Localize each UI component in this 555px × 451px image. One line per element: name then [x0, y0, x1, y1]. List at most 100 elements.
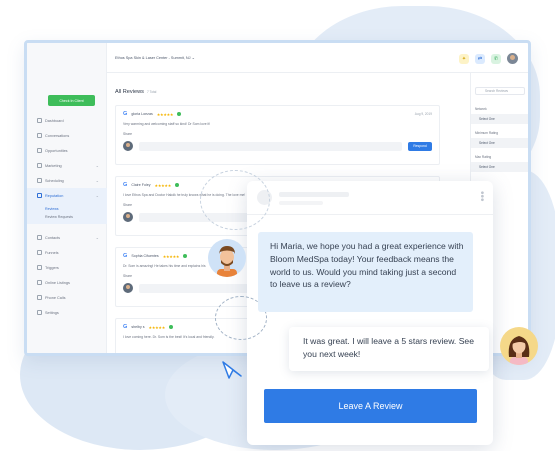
sidebar-item-label: Opportunities	[45, 148, 68, 153]
min-rating-label: Minimum Rating	[475, 131, 499, 135]
sidebar-nav: Dashboard Conversations Opportunities Ma…	[27, 113, 107, 320]
phone-icon	[37, 295, 42, 300]
sidebar-item-scheduling[interactable]: Scheduling ⌄	[27, 173, 107, 188]
sidebar-item-reputation[interactable]: Reputation ⌄	[27, 188, 107, 203]
more-options-icon[interactable]: •••	[476, 191, 487, 202]
sidebar-item-label: Contacts	[45, 235, 60, 240]
sidebar-item-dashboard[interactable]: Dashboard	[27, 113, 107, 128]
reviewer-name: Claire Foley	[131, 183, 151, 187]
funnel-icon	[37, 148, 42, 153]
verified-icon	[183, 254, 188, 258]
verified-icon	[174, 183, 179, 187]
megaphone-icon[interactable]: ✦	[459, 53, 469, 64]
reply-input[interactable]	[139, 141, 402, 151]
check-in-client-button[interactable]: Check In Client	[48, 95, 95, 106]
chat-icon	[37, 133, 42, 138]
trigger-icon	[37, 265, 42, 270]
google-icon: G	[123, 111, 128, 117]
network-label: Network	[475, 107, 487, 111]
chat-header: •••	[247, 181, 493, 215]
sidebar-item-label: Settings	[45, 310, 59, 315]
sync-icon[interactable]: ⇄	[475, 53, 485, 64]
sidebar-item-phone-calls[interactable]: Phone Calls	[27, 290, 107, 305]
dashboard-icon	[37, 118, 42, 123]
reputation-subnav: Reviews Review Requests	[27, 203, 107, 224]
sidebar-item-label: Conversations	[45, 133, 70, 138]
sidebar-item-label: Phone Calls	[45, 295, 66, 300]
sidebar-item-contacts[interactable]: Contacts ⌄	[27, 230, 107, 245]
location-label: Ethos Spa Skin & Laser Center - Summit, …	[115, 56, 191, 60]
location-selector[interactable]: Ethos Spa Skin & Laser Center - Summit, …	[115, 55, 195, 60]
chevron-down-icon: ⌄	[95, 178, 99, 183]
min-rating-select[interactable]: Select One	[471, 138, 528, 148]
sidebar-item-online-listings[interactable]: Online Listings	[27, 275, 107, 290]
subnav-item-reviews[interactable]: Reviews	[45, 205, 107, 213]
listings-icon	[37, 280, 42, 285]
reviewer-name: Sophia Cifuentes	[131, 254, 159, 258]
google-icon: G	[123, 182, 128, 188]
sidebar-item-label: Dashboard	[45, 118, 64, 123]
review-date: Aug 9, 2019	[414, 112, 432, 116]
sidebar-item-funnels[interactable]: Funnels	[27, 245, 107, 260]
review-text: Very warming and welcoming staff so kind…	[123, 122, 211, 126]
google-icon: G	[123, 253, 128, 259]
leave-review-button[interactable]: Leave A Review	[264, 389, 477, 423]
star-icon	[37, 193, 42, 198]
rating-stars: ★★★★★	[154, 182, 172, 188]
chevron-down-icon: ⌄	[95, 163, 99, 168]
reviews-count: 7 Total	[147, 90, 157, 94]
rating-stars: ★★★★★	[156, 111, 174, 117]
sidebar-item-marketing[interactable]: Marketing ⌄	[27, 158, 107, 173]
reviewer-name: shelby s	[131, 325, 145, 329]
phone-icon[interactable]: ✆	[491, 53, 501, 64]
avatar	[123, 212, 133, 222]
agent-avatar	[208, 239, 246, 277]
sidebar-item-label: Reputation	[45, 193, 64, 198]
avatar	[123, 283, 133, 293]
chevron-down-icon: ⌄	[191, 56, 195, 60]
sidebar-item-conversations[interactable]: Conversations	[27, 128, 107, 143]
sidebar: Check In Client Dashboard Conversations …	[27, 43, 107, 353]
verified-icon	[177, 112, 182, 116]
sidebar-item-label: Triggers	[45, 265, 59, 270]
search-reviews-input[interactable]: Search Reviews	[475, 87, 525, 95]
sidebar-item-label: Scheduling	[45, 178, 64, 183]
rating-stars: ★★★★★	[162, 253, 180, 259]
google-icon: G	[123, 324, 128, 330]
dashed-circle	[200, 170, 270, 230]
subnav-item-review-requests[interactable]: Review Requests	[45, 213, 107, 221]
settings-icon	[37, 310, 42, 315]
incoming-message: Hi Maria, we hope you had a great experi…	[258, 232, 473, 312]
customer-avatar	[500, 327, 538, 365]
reviewer-name: gloria Loezas	[131, 112, 153, 116]
reply-message: It was great. I will leave a 5 stars rev…	[289, 327, 489, 371]
chevron-down-icon: ⌄	[95, 193, 99, 198]
max-rating-label: Max Rating	[475, 155, 492, 159]
network-select[interactable]: Select One	[471, 114, 528, 124]
sidebar-item-label: Online Listings	[45, 280, 70, 285]
respond-button[interactable]: Respond	[408, 141, 432, 151]
sidebar-item-label: Marketing	[45, 163, 62, 168]
topbar-icons: ✦ ⇄ ✆	[459, 53, 518, 64]
chevron-down-icon: ⌄	[95, 235, 99, 240]
megaphone-icon	[37, 163, 42, 168]
sidebar-item-label: Funnels	[45, 250, 59, 255]
verified-icon	[168, 325, 173, 329]
topbar: Ethos Spa Skin & Laser Center - Summit, …	[107, 43, 528, 73]
rating-stars: ★★★★★	[148, 324, 166, 330]
page-title: All Reviews	[115, 89, 144, 95]
max-rating-select[interactable]: Select One	[471, 162, 528, 172]
sidebar-item-settings[interactable]: Settings	[27, 305, 107, 320]
status-placeholder	[279, 201, 323, 205]
name-placeholder	[279, 192, 349, 197]
share-link[interactable]: Share	[123, 132, 432, 136]
user-avatar[interactable]	[507, 53, 518, 64]
sidebar-item-triggers[interactable]: Triggers	[27, 260, 107, 275]
sidebar-item-opportunities[interactable]: Opportunities	[27, 143, 107, 158]
calendar-icon	[37, 178, 42, 183]
hero-illustration: Check In Client Dashboard Conversations …	[0, 0, 555, 451]
avatar	[123, 141, 133, 151]
contacts-icon	[37, 235, 42, 240]
review-card: Ggloria Loezas ★★★★★ Aug 9, 2019 Very warm…	[115, 105, 440, 165]
funnels-icon	[37, 250, 42, 255]
